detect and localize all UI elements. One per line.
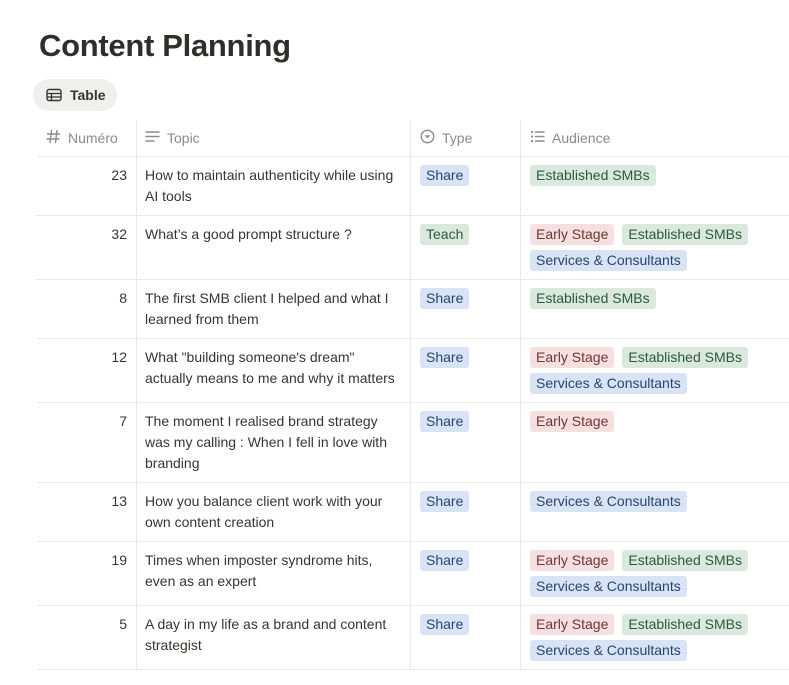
audience-tag: Early Stage: [530, 411, 615, 432]
type-tag: Share: [420, 347, 470, 368]
topic-cell[interactable]: Times when imposter syndrome hits, even …: [137, 542, 411, 605]
column-header-label: Topic: [167, 130, 200, 146]
table-row[interactable]: 19 Times when imposter syndrome hits, eve…: [37, 542, 789, 606]
audience-cell[interactable]: Early Stage Established SMBs Services & Co…: [521, 216, 789, 279]
table-icon: [46, 88, 62, 102]
type-cell[interactable]: Teach: [411, 216, 521, 279]
table-row[interactable]: 32 What’s a good prompt structure ? Teach E…: [37, 216, 789, 280]
audience-tag: Established SMBs: [530, 165, 656, 186]
audience-cell[interactable]: Services & Consultants: [521, 483, 789, 541]
audience-tag: Established SMBs: [622, 347, 748, 368]
column-header-topic[interactable]: Topic: [137, 120, 411, 156]
audience-cell[interactable]: Established SMBs: [521, 280, 789, 338]
topic-cell[interactable]: The first SMB client I helped and what I…: [137, 280, 411, 338]
type-cell[interactable]: Share: [411, 339, 521, 402]
topic-cell[interactable]: What "building someone's dream" actually…: [137, 339, 411, 402]
table-header: Numéro Topic Type Audience: [37, 120, 789, 157]
audience-cell[interactable]: Early Stage Established SMBs Services & Co…: [521, 606, 789, 669]
column-header-label: Audience: [552, 130, 611, 146]
audience-tag: Services & Consultants: [530, 576, 687, 597]
page: Content Planning Table Numéro Topic Type…: [0, 0, 789, 685]
audience-tag: Early Stage: [530, 614, 615, 635]
type-tag: Share: [420, 165, 470, 186]
type-tag: Share: [420, 550, 470, 571]
type-tag: Share: [420, 288, 470, 309]
audience-tag: Established SMBs: [622, 550, 748, 571]
type-tag: Share: [420, 491, 470, 512]
numero-cell[interactable]: 32: [37, 216, 137, 279]
audience-tag: Established SMBs: [622, 614, 748, 635]
audience-tag: Established SMBs: [530, 288, 656, 309]
hash-icon: [46, 129, 61, 147]
audience-tag: Services & Consultants: [530, 250, 687, 271]
table-row[interactable]: 23 How to maintain authenticity while usi…: [37, 157, 789, 216]
column-header-label: Type: [442, 130, 473, 146]
type-cell[interactable]: Share: [411, 542, 521, 605]
audience-cell[interactable]: Early Stage Established SMBs Services & Co…: [521, 542, 789, 605]
numero-cell[interactable]: 7: [37, 403, 137, 482]
topic-cell[interactable]: How to maintain authenticity while using…: [137, 157, 411, 215]
type-tag: Share: [420, 614, 470, 635]
topic-cell[interactable]: What’s a good prompt structure ?: [137, 216, 411, 279]
table-row[interactable]: 12 What "building someone's dream" actual…: [37, 339, 789, 403]
numero-cell[interactable]: 12: [37, 339, 137, 402]
audience-cell[interactable]: Established SMBs: [521, 157, 789, 215]
type-tag: Teach: [420, 224, 470, 245]
select-icon: [420, 129, 435, 147]
page-title: Content Planning: [39, 28, 291, 63]
type-cell[interactable]: Share: [411, 280, 521, 338]
audience-tag: Established SMBs: [622, 224, 748, 245]
table-row[interactable]: 7 The moment I realised brand strategy wa…: [37, 403, 789, 483]
type-cell[interactable]: Share: [411, 606, 521, 669]
multi-select-icon: [530, 130, 545, 146]
numero-cell[interactable]: 13: [37, 483, 137, 541]
table-row[interactable]: 5A day in my life as a brand and content…: [37, 606, 789, 670]
column-header-numero[interactable]: Numéro: [37, 120, 137, 156]
type-tag: Share: [420, 411, 470, 432]
table-row[interactable]: 8 The first SMB client I helped and what …: [37, 280, 789, 339]
audience-tag: Services & Consultants: [530, 640, 687, 661]
numero-cell[interactable]: 23: [37, 157, 137, 215]
text-lines-icon: [145, 130, 160, 146]
numero-cell[interactable]: 19: [37, 542, 137, 605]
audience-tag: Services & Consultants: [530, 373, 687, 394]
table-body: 23 How to maintain authenticity while usi…: [37, 157, 789, 670]
column-header-label: Numéro: [68, 130, 118, 146]
audience-tag: Early Stage: [530, 224, 615, 245]
numero-cell[interactable]: 5: [37, 606, 137, 669]
audience-tag: Early Stage: [530, 550, 615, 571]
numero-cell[interactable]: 8: [37, 280, 137, 338]
type-cell[interactable]: Share: [411, 403, 521, 482]
audience-tag: Services & Consultants: [530, 491, 687, 512]
view-tab-label: Table: [70, 87, 106, 103]
topic-cell[interactable]: The moment I realised brand strategy was…: [137, 403, 411, 482]
topic-cell[interactable]: How you balance client work with your ow…: [137, 483, 411, 541]
topic-cell[interactable]: A day in my life as a brand and content …: [137, 606, 411, 669]
type-cell[interactable]: Share: [411, 157, 521, 215]
column-header-audience[interactable]: Audience: [521, 120, 789, 156]
table-row[interactable]: 13 How you balance client work with your …: [37, 483, 789, 542]
audience-tag: Early Stage: [530, 347, 615, 368]
column-header-type[interactable]: Type: [411, 120, 521, 156]
database-table: Numéro Topic Type Audience 23 How to mai…: [37, 120, 789, 670]
view-tab-table[interactable]: Table: [33, 79, 117, 111]
type-cell[interactable]: Share: [411, 483, 521, 541]
audience-cell[interactable]: Early Stage Established SMBs Services & Co…: [521, 339, 789, 402]
audience-cell[interactable]: Early Stage: [521, 403, 789, 482]
